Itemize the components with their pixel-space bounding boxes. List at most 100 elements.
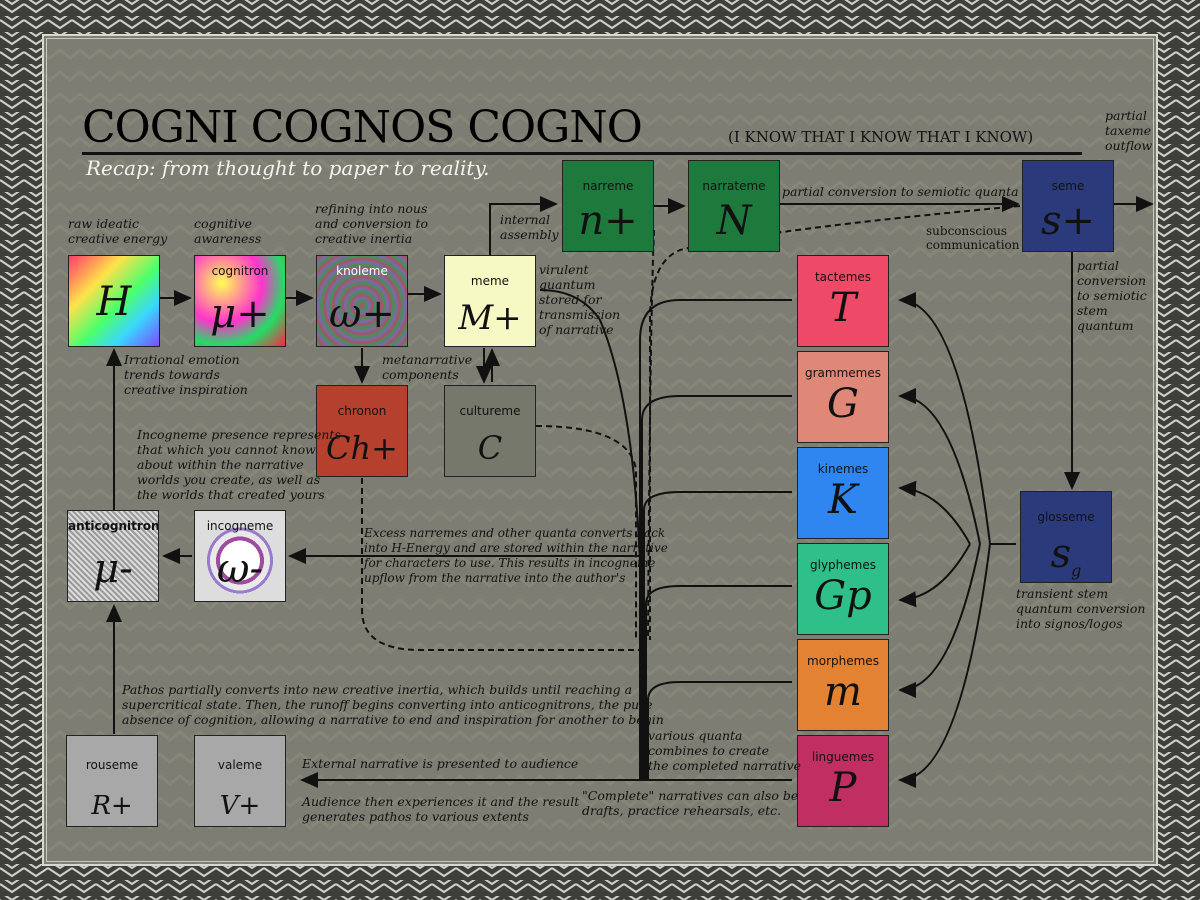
node-kinemes-label: kinemes [817,462,869,476]
note-line: absence of cognition, allowing a narrati… [122,712,664,727]
node-tactemes-symbol: T [829,285,857,331]
node-narrateme-symbol: N [716,198,752,244]
note-line: subconscious [926,224,1008,238]
note-line: creative energy [68,231,168,246]
note-line: upflow from the narrative into the autho… [364,571,626,585]
node-valeme-label: valeme [217,758,263,772]
node-h-symbol: H [96,279,132,325]
node-morphemes-symbol: m [824,669,862,715]
note-line: partial [1105,108,1147,123]
node-h: H [68,255,160,347]
note-partial-taxeme: partial taxeme outflow [1105,108,1152,153]
node-linguemes-label: linguemes [811,750,875,764]
node-meme-label: meme [470,274,510,288]
note-line: and conversion to [315,216,429,231]
node-narrateme-label: narrateme [702,179,766,193]
note-line: to semiotic [1077,288,1147,303]
node-narrateme: narrateme N [688,160,780,252]
node-morphemes-label: morphemes [807,654,879,668]
node-incogneme-label: incogneme [206,519,274,533]
note-line: Pathos partially converts into new creat… [122,682,633,697]
note-line: into signos/logos [1016,616,1123,631]
note-line: supercritical state. Then, the runoff be… [122,697,653,712]
node-glosseme-symbol-sub: g [1071,561,1082,580]
node-narreme-symbol: n+ [578,198,638,244]
note-line: of narrative [539,322,614,337]
page-title: COGNI COGNOS COGNO [82,102,643,153]
note-external-narrative: External narrative is presented to audie… [302,756,579,771]
note-line: Irrational emotion [124,352,240,367]
note-line: drafts, practice rehearsals, etc. [582,803,782,818]
note-line: creative inspiration [124,382,248,397]
node-cognitron-symbol: μ+ [210,291,270,337]
note-line: various quanta [648,728,743,743]
node-seme: seme s+ [1022,160,1114,252]
node-seme-symbol: s+ [1040,198,1096,244]
node-glosseme: glosseme sg [1020,491,1112,583]
note-various-quanta: various quanta combines to create the co… [648,728,801,773]
note-raw-energy: raw ideatic creative energy [68,216,167,246]
node-cultureme-symbol: C [477,429,503,467]
note-line: trends towards [124,367,220,382]
node-seme-label: seme [1051,179,1085,193]
note-line: outflow [1105,138,1153,153]
note-line: virulent [539,262,589,277]
note-audience: Audience then experiences it and the res… [302,794,579,824]
note-line: for characters to use. This results in i… [364,556,656,570]
node-anticognitron-label: anticognitron [68,519,159,533]
node-knoleme-symbol: ω+ [328,291,396,337]
note-line: communication [926,238,1020,252]
note-pathos: Pathos partially converts into new creat… [122,682,664,727]
note-line: quantum [1077,318,1134,333]
note-line: metanarrative [382,352,473,367]
node-glosseme-label: glosseme [1037,510,1095,524]
note-line: Excess narremes and other quanta convert… [364,526,666,540]
node-rouseme-symbol: R+ [91,791,133,821]
note-line: transient stem [1016,586,1109,601]
node-glyphemes-symbol: Gp [814,573,872,619]
node-cultureme-label: cultureme [459,404,521,418]
note-line: quantum [539,277,596,292]
note-line: internal [500,212,550,227]
node-meme-symbol: M+ [458,298,522,338]
node-morphemes: morphemes m [797,639,889,731]
node-glosseme-symbol-main: s [1050,531,1072,577]
note-refining: refining into nous and conversion to cre… [315,201,428,246]
note-line: transmission [539,307,621,322]
node-narreme: narreme n+ [562,160,654,252]
node-kinemes-symbol: K [828,477,858,523]
note-line: awareness [194,231,262,246]
node-kinemes: kinemes K [797,447,889,539]
note-line: the worlds that created yours [137,487,325,502]
note-virulent-quantum: virulent quantum stored for transmission… [539,262,620,337]
node-tactemes-label: tactemes [814,270,872,284]
node-tactemes: tactemes T [797,255,889,347]
note-line: refining into nous [315,201,428,216]
note-complete-narratives: "Complete" narratives can also be drafts… [582,788,798,818]
note-line: quantum conversion [1016,601,1146,616]
node-valeme: valeme V+ [194,735,286,827]
node-grammemes-label: grammemes [805,366,881,380]
node-anticognitron-symbol: μ- [93,546,133,592]
node-anticognitron: anticognitron μ- [67,510,159,602]
note-metanarrative: metanarrative components [382,352,472,382]
note-line: raw ideatic [68,216,139,231]
note-line: taxeme [1105,123,1152,138]
note-line: components [382,367,459,382]
node-knoleme: knoleme ω+ [316,255,408,347]
note-line: partial [1077,258,1119,273]
note-subconscious: subconscious communication [926,224,1020,252]
node-grammemes-symbol: G [827,381,859,427]
node-incogneme-symbol: ω- [216,546,264,592]
note-line: generates pathos to various extents [302,809,529,824]
node-cognitron-label: cognitron [211,264,269,278]
note-line: stored for [539,292,602,307]
note-cognitive-awareness: cognitive awareness [194,216,261,246]
node-cultureme: cultureme C [444,385,536,477]
note-line: stem [1077,303,1108,318]
note-line: the completed narrative [648,758,802,773]
node-incogneme: incogneme ω- [194,510,286,602]
note-internal-assembly: internal assembly [500,212,559,242]
note-line: Incogneme presence represents [137,427,341,442]
note-line: into H-Energy and are stored within the … [364,541,668,555]
